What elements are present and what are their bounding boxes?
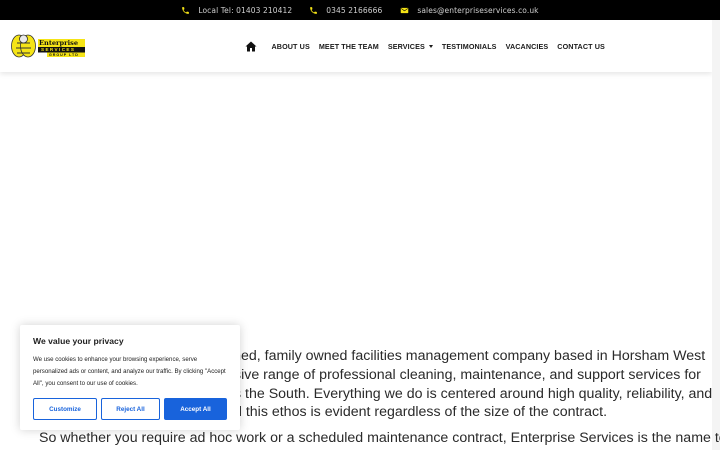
nav-testimonials[interactable]: TESTIMONIALS xyxy=(442,42,497,51)
phone-text: 0345 2166666 xyxy=(326,5,383,15)
local-tel-text: Local Tel: 01403 210412 xyxy=(198,5,293,15)
phone-icon xyxy=(310,6,318,14)
cookie-title: We value your privacy xyxy=(33,336,124,346)
intro-line-2: sive range of professional cleaning, mai… xyxy=(234,367,701,383)
company-logo[interactable]: Enterprise SERVICES GROUP LTD xyxy=(11,33,87,60)
nav-vacancies[interactable]: VACANCIES xyxy=(506,42,549,51)
nav-services[interactable]: SERVICES xyxy=(388,42,433,51)
phone-icon xyxy=(182,6,190,14)
nav-meet-the-team[interactable]: MEET THE TEAM xyxy=(319,42,379,51)
logo-text-line3: GROUP LTD xyxy=(49,52,79,57)
email-link[interactable]: sales@enterpriseservices.co.uk xyxy=(400,5,539,15)
cookie-consent-dialog: We value your privacy We use cookies to … xyxy=(20,325,240,430)
customize-button[interactable]: Customize xyxy=(33,398,97,420)
site-header: Enterprise SERVICES GROUP LTD ABOUT US M… xyxy=(0,20,712,72)
intro-line-3: s the South. Everything we do is centere… xyxy=(234,386,713,402)
envelope-icon xyxy=(401,7,409,13)
nav-contact-us[interactable]: CONTACT US xyxy=(557,42,605,51)
logo-text-line1: Enterprise xyxy=(39,38,79,47)
accept-all-button[interactable]: Accept All xyxy=(164,398,227,420)
intro-line-4: d this ethos is evident regardless of th… xyxy=(234,404,608,420)
chevron-down-icon xyxy=(428,44,433,48)
local-tel-link[interactable]: Local Tel: 01403 210412 xyxy=(181,6,292,15)
intro-line-5: So whether you require ad hoc work or a … xyxy=(39,430,720,446)
home-icon[interactable] xyxy=(245,41,257,52)
nav-services-label: SERVICES xyxy=(387,41,425,51)
reject-all-button[interactable]: Reject All xyxy=(101,398,160,420)
scrollbar[interactable] xyxy=(712,20,720,450)
phone-link[interactable]: 0345 2166666 xyxy=(309,6,382,15)
logo-text-line2: SERVICES xyxy=(41,47,76,53)
top-contact-bar: Local Tel: 01403 210412 0345 2166666 sal… xyxy=(0,0,720,20)
nav-about-us[interactable]: ABOUT US xyxy=(272,42,310,51)
email-text: sales@enterpriseservices.co.uk xyxy=(417,5,539,15)
intro-line-1: shed, family owned facilities management… xyxy=(226,348,706,364)
cookie-description: We use cookies to enhance your browsing … xyxy=(33,356,226,387)
main-nav: ABOUT US MEET THE TEAM SERVICES TESTIMON… xyxy=(245,20,609,72)
